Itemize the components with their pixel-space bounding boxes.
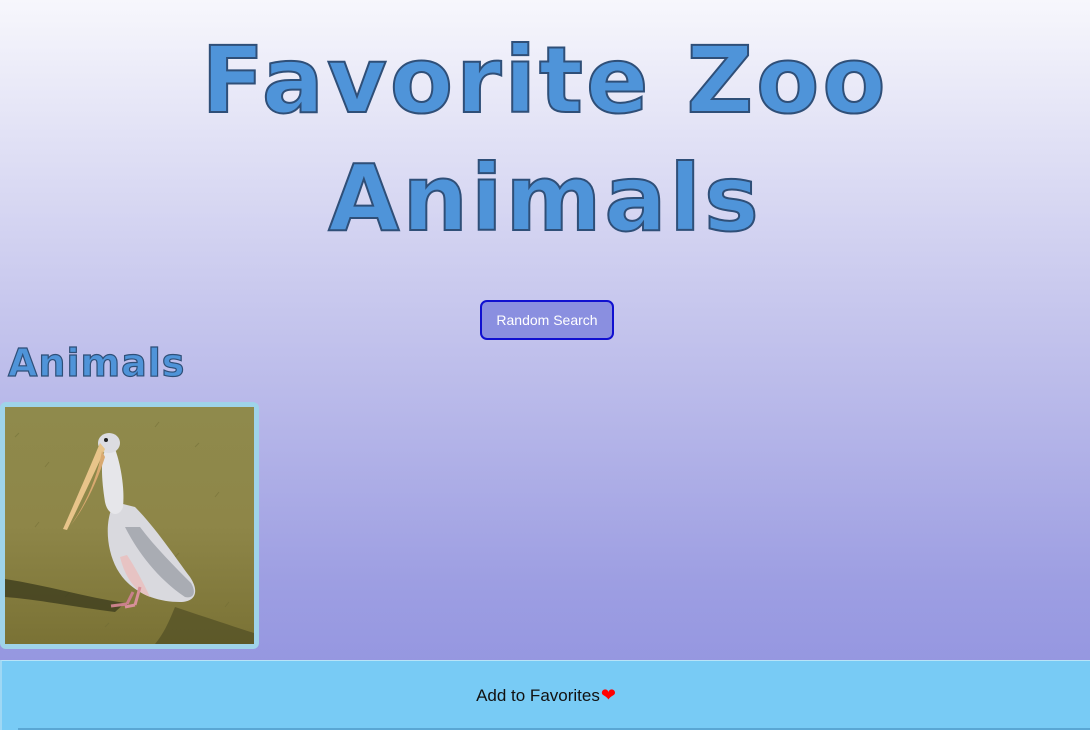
animals-section-heading: Animals <box>7 340 186 385</box>
random-search-button[interactable]: Random Search <box>480 300 614 340</box>
animal-card[interactable] <box>0 402 259 649</box>
page-title: Favorite Zoo Animals <box>0 22 1090 258</box>
heart-icon: ❤ <box>600 685 616 705</box>
add-to-favorites-label: Add to Favorites <box>476 685 600 705</box>
pelican-image <box>5 407 254 644</box>
add-to-favorites-button[interactable]: Add to Favorites ❤ <box>0 660 1090 730</box>
page-title-line-2: Animals <box>327 144 762 253</box>
page-title-line-1: Favorite Zoo <box>200 26 889 135</box>
